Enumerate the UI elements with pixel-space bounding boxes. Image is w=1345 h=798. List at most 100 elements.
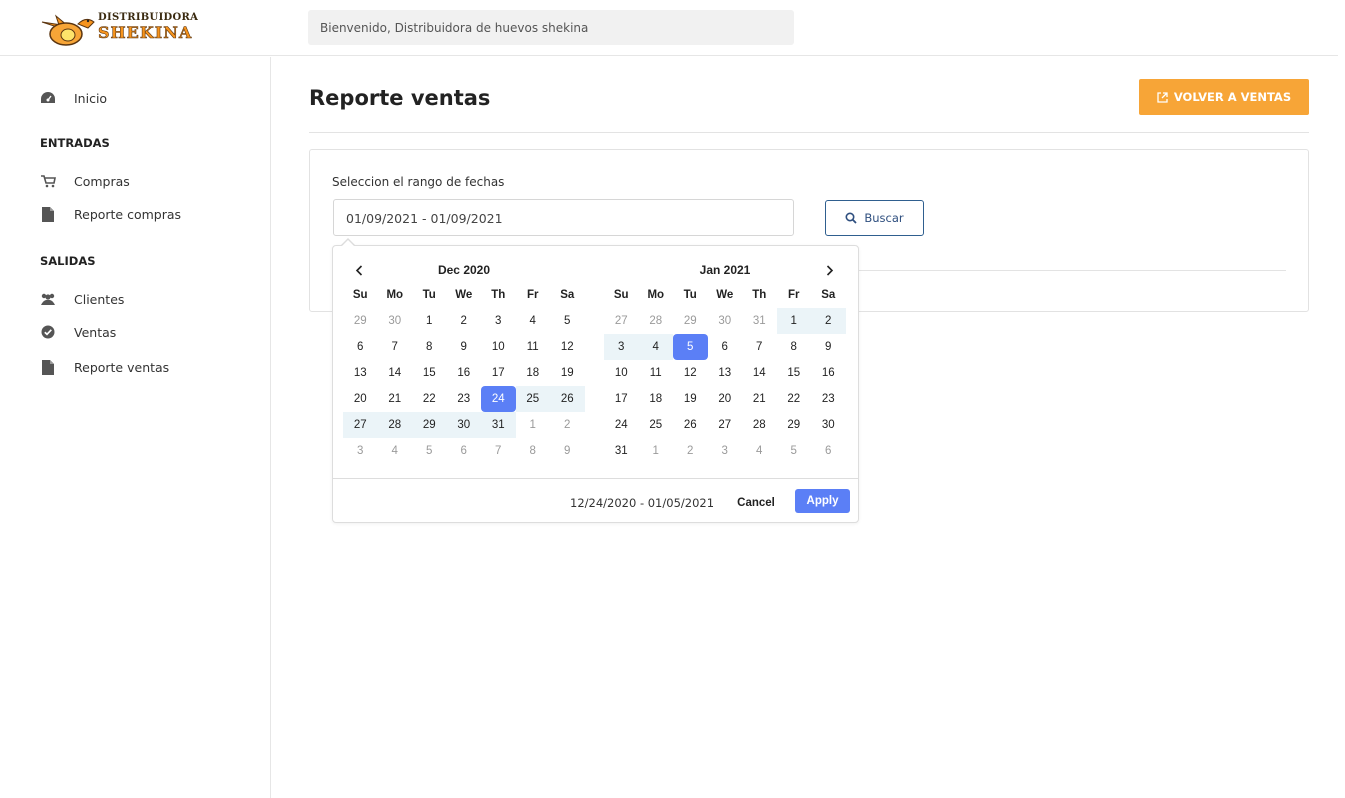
calendar-day[interactable]: 18	[516, 360, 551, 386]
calendar-day[interactable]: 29	[777, 412, 812, 438]
calendar-day[interactable]: 3	[343, 438, 378, 464]
calendar-day[interactable]: 13	[708, 360, 743, 386]
calendar-day[interactable]: 7	[742, 334, 777, 360]
calendar-day[interactable]: 4	[378, 438, 413, 464]
calendar-day[interactable]: 27	[343, 412, 378, 438]
calendar-day[interactable]: 23	[447, 386, 482, 412]
calendar-day[interactable]: 11	[639, 360, 674, 386]
calendar-day[interactable]: 10	[604, 360, 639, 386]
calendar-day[interactable]: 31	[742, 308, 777, 334]
calendar-day[interactable]: 9	[447, 334, 482, 360]
next-month-button[interactable]	[818, 258, 842, 282]
calendar-day[interactable]: 1	[516, 412, 551, 438]
calendar-day[interactable]: 15	[777, 360, 812, 386]
cancel-button[interactable]: Cancel	[731, 492, 781, 514]
calendar-day[interactable]: 6	[708, 334, 743, 360]
calendar-day[interactable]: 30	[708, 308, 743, 334]
calendar-day[interactable]: 6	[447, 438, 482, 464]
calendar-day[interactable]: 15	[412, 360, 447, 386]
calendar-day[interactable]: 28	[742, 412, 777, 438]
calendar-day[interactable]: 28	[377, 412, 412, 438]
date-range-input[interactable]: 01/09/2021 - 01/09/2021	[333, 199, 794, 236]
calendar-day[interactable]: 17	[481, 360, 516, 386]
calendar-day[interactable]: 5	[673, 334, 708, 360]
calendar-day[interactable]: 30	[811, 412, 846, 438]
calendar-day[interactable]: 8	[516, 438, 551, 464]
calendar-day[interactable]: 24	[481, 386, 516, 412]
calendar-day[interactable]: 4	[742, 438, 777, 464]
calendar-day[interactable]: 2	[811, 308, 846, 334]
calendar-day[interactable]: 25	[639, 412, 674, 438]
calendar-day[interactable]: 26	[673, 412, 708, 438]
calendar-day[interactable]: 30	[378, 308, 413, 334]
calendar-day[interactable]: 21	[378, 386, 413, 412]
calendar-day[interactable]: 29	[343, 308, 378, 334]
section-heading-salidas: SALIDAS	[40, 254, 96, 268]
calendar-day[interactable]: 20	[343, 386, 378, 412]
sidebar-item-compras[interactable]: Compras	[40, 171, 130, 191]
calendar-day[interactable]: 9	[550, 438, 585, 464]
calendar-day[interactable]: 6	[343, 334, 378, 360]
calendar-day[interactable]: 2	[673, 438, 708, 464]
calendar-day[interactable]: 20	[708, 386, 743, 412]
calendar-day[interactable]: 3	[481, 308, 516, 334]
calendar-day[interactable]: 25	[515, 386, 550, 412]
calendar-day[interactable]: 3	[604, 334, 639, 360]
calendar-day[interactable]: 12	[550, 334, 585, 360]
calendar-day[interactable]: 12	[673, 360, 708, 386]
prev-month-button[interactable]	[347, 258, 371, 282]
calendar-day[interactable]: 4	[516, 308, 551, 334]
logo[interactable]: Distribuidora Shekina	[38, 8, 198, 48]
calendar-day[interactable]: 2	[550, 412, 585, 438]
calendar-day[interactable]: 8	[777, 334, 812, 360]
calendar-day[interactable]: 28	[639, 308, 674, 334]
calendar-day[interactable]: 1	[639, 438, 674, 464]
calendar-day[interactable]: 3	[708, 438, 743, 464]
calendar-day[interactable]: 19	[673, 386, 708, 412]
calendar-day[interactable]: 27	[604, 308, 639, 334]
calendar-day[interactable]: 31	[604, 438, 639, 464]
calendar-day[interactable]: 5	[550, 308, 585, 334]
calendar-day[interactable]: 1	[412, 308, 447, 334]
sidebar-item-reporte-ventas[interactable]: Reporte ventas	[40, 357, 169, 377]
calendar-day[interactable]: 23	[811, 386, 846, 412]
calendar-day[interactable]: 29	[412, 412, 447, 438]
calendar-day[interactable]: 18	[639, 386, 674, 412]
calendar-day[interactable]: 13	[343, 360, 378, 386]
calendar-day[interactable]: 5	[412, 438, 447, 464]
calendar-day[interactable]: 22	[412, 386, 447, 412]
apply-button[interactable]: Apply	[795, 489, 850, 513]
calendar-day[interactable]: 16	[811, 360, 846, 386]
sidebar-item-reporte-compras[interactable]: Reporte compras	[40, 204, 181, 224]
volver-a-ventas-button[interactable]: VOLVER A VENTAS	[1139, 79, 1309, 115]
calendar-day[interactable]: 2	[447, 308, 482, 334]
calendar-day[interactable]: 11	[516, 334, 551, 360]
calendar-day[interactable]: 16	[447, 360, 482, 386]
calendar-day[interactable]: 17	[604, 386, 639, 412]
calendar-day[interactable]: 24	[604, 412, 639, 438]
sidebar-item-inicio[interactable]: Inicio	[40, 88, 107, 108]
calendar-day[interactable]: 19	[550, 360, 585, 386]
calendar-day[interactable]: 1	[776, 308, 811, 334]
calendar-day[interactable]: 6	[811, 438, 846, 464]
calendar-day[interactable]: 27	[708, 412, 743, 438]
calendar-day[interactable]: 29	[673, 308, 708, 334]
calendar-day[interactable]: 14	[742, 360, 777, 386]
users-icon	[40, 291, 56, 307]
calendar-day[interactable]: 31	[481, 412, 516, 438]
calendar-day[interactable]: 4	[638, 334, 673, 360]
calendar-day[interactable]: 7	[481, 438, 516, 464]
calendar-day[interactable]: 21	[742, 386, 777, 412]
calendar-day[interactable]: 14	[378, 360, 413, 386]
calendar-day[interactable]: 9	[811, 334, 846, 360]
buscar-button[interactable]: Buscar	[825, 200, 924, 236]
calendar-day[interactable]: 7	[378, 334, 413, 360]
calendar-day[interactable]: 26	[550, 386, 585, 412]
calendar-day[interactable]: 8	[412, 334, 447, 360]
calendar-day[interactable]: 22	[777, 386, 812, 412]
sidebar-item-clientes[interactable]: Clientes	[40, 289, 124, 309]
calendar-day[interactable]: 5	[777, 438, 812, 464]
calendar-day[interactable]: 30	[446, 412, 481, 438]
sidebar-item-ventas[interactable]: Ventas	[40, 322, 116, 342]
calendar-day[interactable]: 10	[481, 334, 516, 360]
